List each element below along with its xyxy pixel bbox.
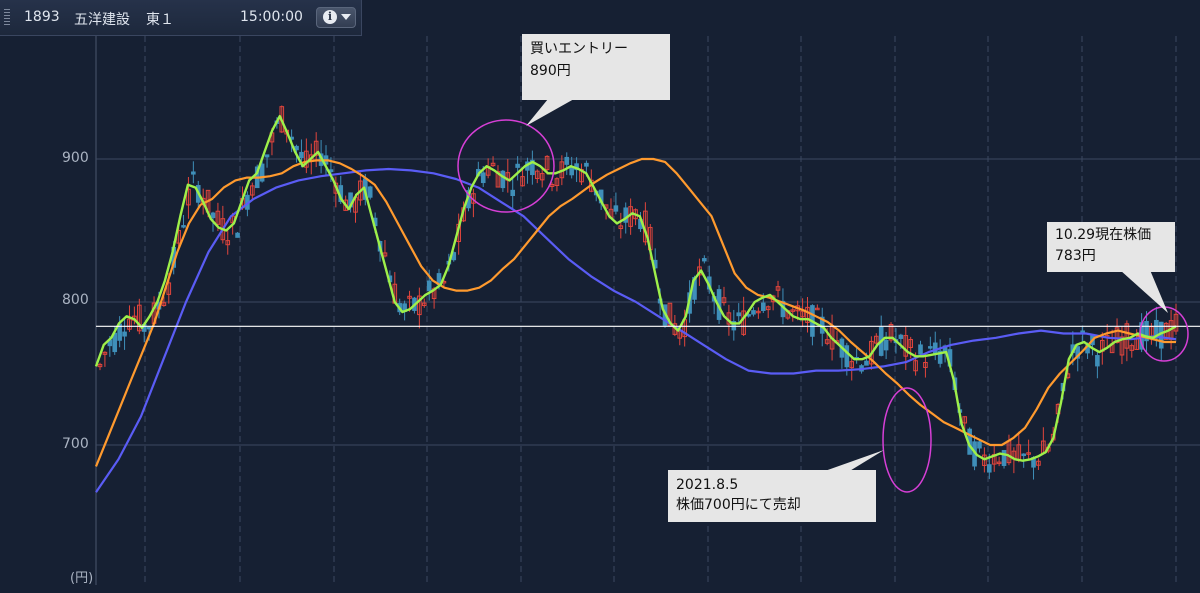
callout-buy-entry: 買いエントリー 890円 xyxy=(522,34,670,100)
market-label: 東１ xyxy=(146,12,174,28)
candle-body xyxy=(1095,355,1100,367)
callout-text: 10.29現在株価 xyxy=(1055,227,1152,243)
candle-body xyxy=(122,331,127,337)
candle-body xyxy=(181,225,186,228)
candle-body xyxy=(510,189,516,196)
callout-value: 783円 xyxy=(1055,248,1096,264)
candle-body xyxy=(480,172,486,184)
callout-value: 株価700円にて売却 xyxy=(676,497,801,513)
callout-value: 890円 xyxy=(530,63,571,79)
chart-header: 1893 五洋建設 東１ 15:00:00 i xyxy=(0,0,362,36)
stock-code: 1893 xyxy=(24,9,60,25)
callout-current-price: 10.29現在株価 783円 xyxy=(1047,222,1175,272)
callout-sell: 2021.8.5 株価700円にて売却 xyxy=(668,470,876,522)
callout-text: 買いエントリー xyxy=(530,41,628,57)
y-tick-label: 800 xyxy=(62,292,89,308)
timestamp: 15:00:00 xyxy=(240,9,303,25)
info-icon: i xyxy=(323,10,337,24)
candle-body xyxy=(898,334,904,339)
callout-pointer xyxy=(1120,270,1168,313)
stock-name: 五洋建設 xyxy=(74,12,130,28)
candle-body xyxy=(1021,453,1026,457)
callout-pointer xyxy=(526,99,574,126)
y-tick-label: 900 xyxy=(62,150,89,166)
candle-body xyxy=(883,339,889,351)
candle-body xyxy=(146,326,152,330)
candle-body xyxy=(569,167,574,176)
candle-body xyxy=(210,212,216,219)
candle-body xyxy=(564,156,570,165)
candle-body xyxy=(426,280,432,292)
moving-average-short-line xyxy=(94,114,1177,462)
candle-body xyxy=(515,163,520,168)
candle-body xyxy=(613,205,619,212)
candle-body xyxy=(500,170,506,189)
drag-handle-icon[interactable] xyxy=(4,9,10,27)
chevron-down-icon xyxy=(341,14,351,20)
candle-body xyxy=(584,162,589,167)
candle-body xyxy=(702,258,707,262)
candle-body xyxy=(235,232,240,238)
candle-body xyxy=(1080,330,1085,334)
candle-body xyxy=(864,360,869,366)
candle-body xyxy=(264,154,270,158)
candle-body xyxy=(191,171,196,175)
candle-body xyxy=(918,344,923,355)
moving-average-mid-line xyxy=(94,157,1176,467)
candle-body xyxy=(367,186,373,198)
candle-body xyxy=(1001,449,1007,466)
candle-body xyxy=(751,310,756,315)
candle-body xyxy=(760,302,766,311)
candle-body xyxy=(977,441,982,449)
info-menu-button[interactable]: i xyxy=(316,7,356,28)
candle-body xyxy=(299,151,304,159)
candle-body xyxy=(736,312,742,317)
candle-body xyxy=(844,345,850,368)
y-axis-unit: (円) xyxy=(70,571,94,586)
highlight-circle-sell xyxy=(882,387,932,493)
y-tick-label: 700 xyxy=(62,436,89,452)
callout-pointer xyxy=(822,450,884,472)
candle-body xyxy=(986,464,992,473)
candle-body xyxy=(259,163,265,182)
callout-text: 2021.8.5 xyxy=(676,477,739,493)
chart-window: 1893 五洋建設 東１ 15:00:00 i 900 800 700 (円) … xyxy=(0,0,1200,593)
candle-body xyxy=(928,346,933,349)
